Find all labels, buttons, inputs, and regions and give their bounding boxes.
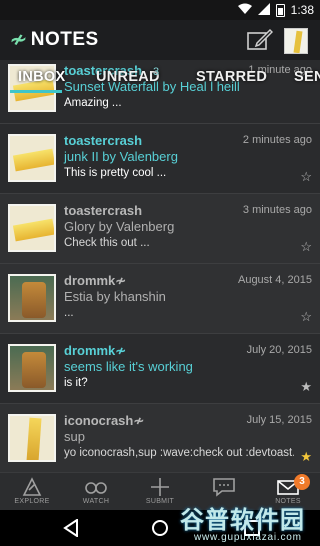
app-bar: ≁ NOTES [0, 20, 320, 60]
tab-inbox[interactable]: INBOX [18, 69, 65, 85]
note-author: drommk≁ [64, 273, 127, 288]
avatar [8, 414, 56, 462]
active-tab-indicator [10, 90, 62, 93]
page-title: NOTES [30, 29, 99, 50]
signal-icon [257, 2, 270, 18]
note-preview: ... [64, 307, 74, 319]
watch-icon [85, 482, 107, 494]
explore-icon [22, 477, 42, 496]
nav-explore[interactable]: EXPLORE [0, 473, 64, 511]
notes-list[interactable]: toastercrash 1 minute ago Sunset Waterfa… [0, 60, 320, 472]
note-time: 2 minutes ago [242, 134, 312, 146]
tab-sent[interactable]: SEN [294, 69, 320, 85]
nav-watch[interactable]: WATCH [64, 473, 128, 511]
note-time: July 20, 2015 [246, 344, 312, 356]
deviantart-logo-icon: ≁ [8, 29, 29, 51]
list-item[interactable]: toastercrash 3 minutes ago Glory by Vale… [0, 194, 320, 264]
nav-label: WATCH [82, 498, 110, 505]
watermark-text: 谷普软件园 [180, 507, 305, 534]
note-author: iconocrash≁ [64, 413, 145, 428]
chat-icon [213, 478, 235, 497]
note-author: toastercrash [64, 133, 143, 148]
note-preview: is it? [64, 377, 88, 389]
watermark: 谷普软件园 www.gupuxiazai.com [180, 500, 318, 546]
list-item[interactable]: drommk≁ July 20, 2015 seems like it's wo… [0, 334, 320, 404]
watermark-url: www.gupuxiazai.com [194, 532, 302, 543]
notes-badge: 3 [294, 474, 310, 490]
deviation-thumbnail [8, 204, 56, 252]
note-subject: Glory by Valenberg [64, 219, 175, 234]
avatar [8, 344, 56, 392]
tab-starred[interactable]: STARRED [196, 69, 267, 85]
brand: ≁ NOTES [8, 29, 99, 51]
note-preview: yo iconocrash,sup :wave:check out :devto… [64, 447, 294, 459]
note-preview: Amazing ... [64, 97, 122, 109]
star-icon[interactable]: ☆ [300, 169, 312, 185]
note-author: toastercrash [64, 203, 143, 218]
note-time: July 15, 2015 [246, 414, 312, 426]
clock: 1:38 [290, 3, 314, 17]
submit-icon [151, 478, 169, 496]
star-icon[interactable]: ☆ [300, 309, 312, 325]
battery-icon [275, 3, 285, 17]
note-subject: Estia by khanshin [64, 289, 166, 304]
note-subject: sup [64, 429, 85, 444]
note-subject: junk II by Valenberg [64, 149, 178, 164]
compose-note-button[interactable] [247, 28, 274, 52]
note-time: 3 minutes ago [242, 204, 312, 216]
back-icon[interactable] [63, 519, 79, 537]
wifi-icon [237, 3, 252, 18]
home-icon[interactable] [151, 519, 169, 537]
tab-unread[interactable]: UNREAD [96, 69, 160, 85]
star-icon[interactable]: ★ [300, 379, 312, 395]
list-item[interactable]: iconocrash≁ July 15, 2015 sup yo iconocr… [0, 404, 320, 472]
status-bar: 1:38 [0, 0, 320, 20]
avatar[interactable] [284, 28, 308, 54]
star-icon[interactable]: ★ [300, 449, 312, 465]
note-author: drommk≁ [64, 343, 127, 358]
star-icon[interactable]: ☆ [300, 239, 312, 255]
list-item[interactable]: toastercrash 2 minutes ago junk II by Va… [0, 124, 320, 194]
note-preview: Check this out ... [64, 237, 150, 249]
avatar [8, 274, 56, 322]
list-item[interactable]: drommk≁ August 4, 2015 Estia by khanshin… [0, 264, 320, 334]
nav-label: EXPLORE [14, 498, 50, 505]
deviation-thumbnail [8, 134, 56, 182]
unread-count: 3 [153, 66, 160, 78]
note-subject: seems like it's working [64, 359, 193, 374]
note-preview: This is pretty cool ... [64, 167, 167, 179]
compose-icon [247, 28, 274, 50]
note-time: August 4, 2015 [237, 274, 312, 286]
